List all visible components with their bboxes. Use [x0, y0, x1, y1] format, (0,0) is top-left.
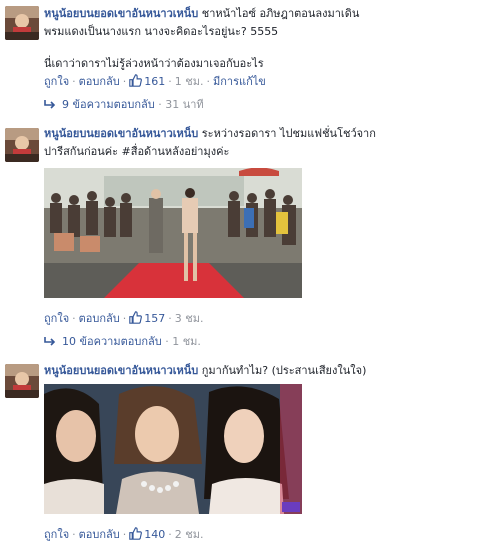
- thumbs-up-icon: [129, 527, 143, 540]
- reply-time: 1 ชม.: [172, 335, 201, 348]
- reply-count: 9 ข้อความตอบกลับ: [62, 98, 155, 111]
- comment-author[interactable]: หนูน้อยบนยอดเขาอันหนาวเหน็บ: [44, 7, 198, 20]
- comment-text: ระหว่างรอดารา ไปชมแฟชั่นโชว์จาก: [198, 127, 376, 140]
- comment-time[interactable]: 2 ชม.: [175, 528, 204, 541]
- reply-count: 10 ข้อความตอบกลับ: [62, 335, 162, 348]
- comment-time[interactable]: 1 ชม.: [175, 75, 204, 88]
- comment-text: ชาหน้าไอซ์ อภิษฎาตอนลงมาเดิน: [198, 7, 360, 20]
- like-button[interactable]: ถูกใจ: [44, 75, 69, 88]
- like-count[interactable]: 157: [129, 311, 165, 325]
- reply-time: 31 นาที: [165, 98, 204, 111]
- avatar[interactable]: [5, 128, 39, 162]
- comment-body: หนูน้อยบนยอดเขาอันหนาวเหน็บ ชาหน้าไอซ์ อ…: [44, 5, 476, 73]
- reply-arrow-icon: [44, 337, 56, 346]
- like-count[interactable]: 161: [129, 74, 165, 88]
- reply-button[interactable]: ตอบกลับ: [79, 312, 120, 325]
- avatar[interactable]: [5, 364, 39, 398]
- replies-link[interactable]: 9 ข้อความตอบกลับ · 31 นาที: [44, 98, 204, 112]
- comment-photo-celebrities[interactable]: [44, 384, 302, 514]
- like-button[interactable]: ถูกใจ: [44, 312, 69, 325]
- comment-author[interactable]: หนูน้อยบนยอดเขาอันหนาวเหน็บ: [44, 364, 198, 377]
- comment-photo-fashion-show[interactable]: [44, 168, 302, 298]
- comment-text: กูมากันทำไม? (ประสานเสียงในใจ): [198, 364, 367, 377]
- comment-text: ปารีสกันก่อนค่ะ #สื่อด้านหลังอย่ามุงค่ะ: [44, 145, 230, 158]
- comment-text: นี่เดาว่าดาราไม่รู้ล่วงหน้าว่าต้องมาเจอก…: [44, 57, 264, 70]
- thumbs-up-icon: [129, 74, 143, 87]
- like-button[interactable]: ถูกใจ: [44, 528, 69, 541]
- comment-text: พรมแดงเป็นนางแรก นางจะคิดอะไรอยู่นะ? 555…: [44, 25, 279, 38]
- comment-actions: ถูกใจ · ตอบกลับ · 140 · 2 ชม.: [44, 527, 204, 541]
- avatar[interactable]: [5, 6, 39, 40]
- reply-button[interactable]: ตอบกลับ: [79, 528, 120, 541]
- thumbs-up-icon: [129, 311, 143, 324]
- comment-actions: ถูกใจ · ตอบกลับ · 161 · 1 ชม. · มีการแก้ไข: [44, 74, 266, 88]
- comment-author[interactable]: หนูน้อยบนยอดเขาอันหนาวเหน็บ: [44, 127, 198, 140]
- edited-label[interactable]: มีการแก้ไข: [213, 75, 266, 88]
- comment-time[interactable]: 3 ชม.: [175, 312, 204, 325]
- reply-arrow-icon: [44, 100, 56, 109]
- replies-link[interactable]: 10 ข้อความตอบกลับ · 1 ชม.: [44, 335, 201, 349]
- comment-body: หนูน้อยบนยอดเขาอันหนาวเหน็บ กูมากันทำไม?…: [44, 362, 476, 380]
- comment-body: หนูน้อยบนยอดเขาอันหนาวเหน็บ ระหว่างรอดาร…: [44, 125, 476, 161]
- reply-button[interactable]: ตอบกลับ: [79, 75, 120, 88]
- comment-actions: ถูกใจ · ตอบกลับ · 157 · 3 ชม.: [44, 311, 204, 325]
- like-count[interactable]: 140: [129, 527, 165, 541]
